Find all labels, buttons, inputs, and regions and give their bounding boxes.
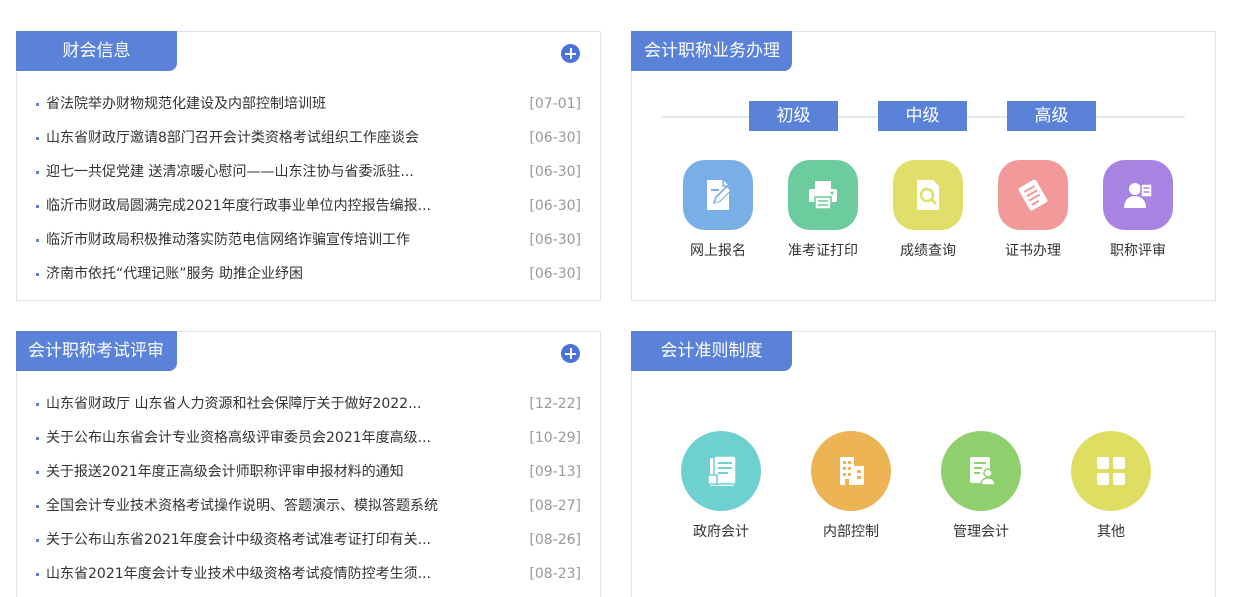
finance-news-panel: 财会信息 省法院举办财物规范化建设及内部控制培训班 [07-01] 山东省财政厅邀… xyxy=(16,31,601,301)
service-label: 证书办理 xyxy=(1005,243,1061,259)
title-business-panel: 会计职称业务办理 初级 中级 高级 网上报名 准考证打印 成绩查询 证书办理 职… xyxy=(631,31,1216,301)
category-label: 其他 xyxy=(1097,524,1125,540)
news-date: [08-26] xyxy=(529,532,581,548)
exam-review-panel: 会计职称考试评审 山东省财政厅 山东省人力资源和社会保障厅关于做好2022...… xyxy=(16,331,601,597)
news-date: [06-30] xyxy=(529,266,581,282)
news-link[interactable]: 关于报送2021年度正高级会计师职称评审申报材料的通知 xyxy=(46,459,404,485)
list-item: 山东省财政厅邀请8部门召开会计类资格考试组织工作座谈会 [06-30] xyxy=(35,125,581,159)
finance-news-tab[interactable]: 财会信息 xyxy=(16,31,177,71)
news-date: [06-30] xyxy=(529,130,581,146)
exam-review-list: 山东省财政厅 山东省人力资源和社会保障厅关于做好2022... [12-22] 关… xyxy=(35,391,581,595)
building-icon xyxy=(811,431,891,511)
list-item: 山东省财政厅 山东省人力资源和社会保障厅关于做好2022... [12-22] xyxy=(35,391,581,425)
title-review-button[interactable]: 职称评审 xyxy=(1088,160,1188,260)
list-item: 济南市依托“代理记账”服务 助推企业纾困 [06-30] xyxy=(35,261,581,295)
bullet-icon xyxy=(36,403,39,406)
news-link[interactable]: 全国会计专业技术资格考试操作说明、答题演示、模拟答题系统 xyxy=(46,493,438,519)
admission-ticket-print-button[interactable]: 准考证打印 xyxy=(773,160,873,260)
list-item: 全国会计专业技术资格考试操作说明、答题演示、模拟答题系统 [08-27] xyxy=(35,493,581,527)
online-registration-button[interactable]: 网上报名 xyxy=(668,160,768,260)
level-tabs: 初级 中级 高级 xyxy=(661,101,1185,131)
news-link[interactable]: 山东省财政厅 山东省人力资源和社会保障厅关于做好2022... xyxy=(46,391,421,417)
news-date: [06-30] xyxy=(529,164,581,180)
bullet-icon xyxy=(36,573,39,576)
title-business-tab[interactable]: 会计职称业务办理 xyxy=(631,31,792,71)
list-item: 临沂市财政局圆满完成2021年度行政事业单位内控报告编报... [06-30] xyxy=(35,193,581,227)
news-date: [10-29] xyxy=(529,430,581,446)
news-date: [06-30] xyxy=(529,232,581,248)
news-link[interactable]: 关于公布山东省2021年度会计中级资格考试准考证打印有关... xyxy=(46,527,431,553)
news-link[interactable]: 省法院举办财物规范化建设及内部控制培训班 xyxy=(46,91,326,117)
internal-control-button[interactable]: 内部控制 xyxy=(796,431,906,541)
plus-circle-icon[interactable] xyxy=(561,44,580,63)
list-item: 临沂市财政局积极推动落实防范电信网络诈骗宣传培训工作 [06-30] xyxy=(35,227,581,261)
news-date: [09-13] xyxy=(529,464,581,480)
bullet-icon xyxy=(36,437,39,440)
news-date: [06-30] xyxy=(529,198,581,214)
category-label: 政府会计 xyxy=(693,524,749,540)
service-label: 准考证打印 xyxy=(788,243,858,259)
news-link[interactable]: 临沂市财政局积极推动落实防范电信网络诈骗宣传培训工作 xyxy=(46,227,410,253)
level-tab-intermediate[interactable]: 中级 xyxy=(878,101,967,131)
news-date: [12-22] xyxy=(529,396,581,412)
news-link[interactable]: 临沂市财政局圆满完成2021年度行政事业单位内控报告编报... xyxy=(46,193,431,219)
list-item: 迎七一共促党建 送清凉暖心慰问——山东注协与省委派驻... [06-30] xyxy=(35,159,581,193)
certificate-icon xyxy=(998,160,1068,230)
service-label: 职称评审 xyxy=(1110,243,1166,259)
certificate-service-button[interactable]: 证书办理 xyxy=(983,160,1083,260)
exam-review-tab[interactable]: 会计职称考试评审 xyxy=(16,331,177,371)
service-label: 网上报名 xyxy=(690,243,746,259)
bullet-icon xyxy=(36,505,39,508)
list-item: 省法院举办财物规范化建设及内部控制培训班 [07-01] xyxy=(35,91,581,125)
category-label: 管理会计 xyxy=(953,524,1009,540)
management-accounting-button[interactable]: 管理会计 xyxy=(926,431,1036,541)
government-book-icon xyxy=(681,431,761,511)
bullet-icon xyxy=(36,471,39,474)
edit-form-icon xyxy=(683,160,753,230)
news-date: [08-23] xyxy=(529,566,581,582)
bullet-icon xyxy=(36,539,39,542)
manager-document-icon xyxy=(941,431,1021,511)
news-link[interactable]: 山东省财政厅邀请8部门召开会计类资格考试组织工作座谈会 xyxy=(46,125,419,151)
reviewer-icon xyxy=(1103,160,1173,230)
bullet-icon xyxy=(36,103,39,106)
level-tab-junior[interactable]: 初级 xyxy=(749,101,838,131)
list-item: 关于公布山东省2021年度会计中级资格考试准考证打印有关... [08-26] xyxy=(35,527,581,561)
news-link[interactable]: 关于公布山东省会计专业资格高级评审委员会2021年度高级... xyxy=(46,425,431,451)
bullet-icon xyxy=(36,137,39,140)
standards-tab[interactable]: 会计准则制度 xyxy=(631,331,792,371)
bullet-icon xyxy=(36,273,39,276)
news-date: [08-27] xyxy=(529,498,581,514)
standards-panel: 会计准则制度 政府会计 内部控制 管理会计 其他 xyxy=(631,331,1216,597)
printer-icon xyxy=(788,160,858,230)
bullet-icon xyxy=(36,239,39,242)
news-link[interactable]: 山东省2021年度会计专业技术中级资格考试疫情防控考生须... xyxy=(46,561,431,587)
grid-icon xyxy=(1071,431,1151,511)
news-date: [07-01] xyxy=(529,96,581,112)
list-item: 关于公布山东省会计专业资格高级评审委员会2021年度高级... [10-29] xyxy=(35,425,581,459)
bullet-icon xyxy=(36,205,39,208)
news-link[interactable]: 济南市依托“代理记账”服务 助推企业纾困 xyxy=(46,261,303,287)
level-tab-senior[interactable]: 高级 xyxy=(1007,101,1096,131)
score-query-button[interactable]: 成绩查询 xyxy=(878,160,978,260)
list-item: 关于报送2021年度正高级会计师职称评审申报材料的通知 [09-13] xyxy=(35,459,581,493)
government-accounting-button[interactable]: 政府会计 xyxy=(666,431,776,541)
finance-news-list: 省法院举办财物规范化建设及内部控制培训班 [07-01] 山东省财政厅邀请8部门召… xyxy=(35,91,581,295)
plus-circle-icon[interactable] xyxy=(561,344,580,363)
category-label: 内部控制 xyxy=(823,524,879,540)
search-document-icon xyxy=(893,160,963,230)
service-label: 成绩查询 xyxy=(900,243,956,259)
bullet-icon xyxy=(36,171,39,174)
news-link[interactable]: 迎七一共促党建 送清凉暖心慰问——山东注协与省委派驻... xyxy=(46,159,414,185)
other-category-button[interactable]: 其他 xyxy=(1056,431,1166,541)
list-item: 山东省2021年度会计专业技术中级资格考试疫情防控考生须... [08-23] xyxy=(35,561,581,595)
